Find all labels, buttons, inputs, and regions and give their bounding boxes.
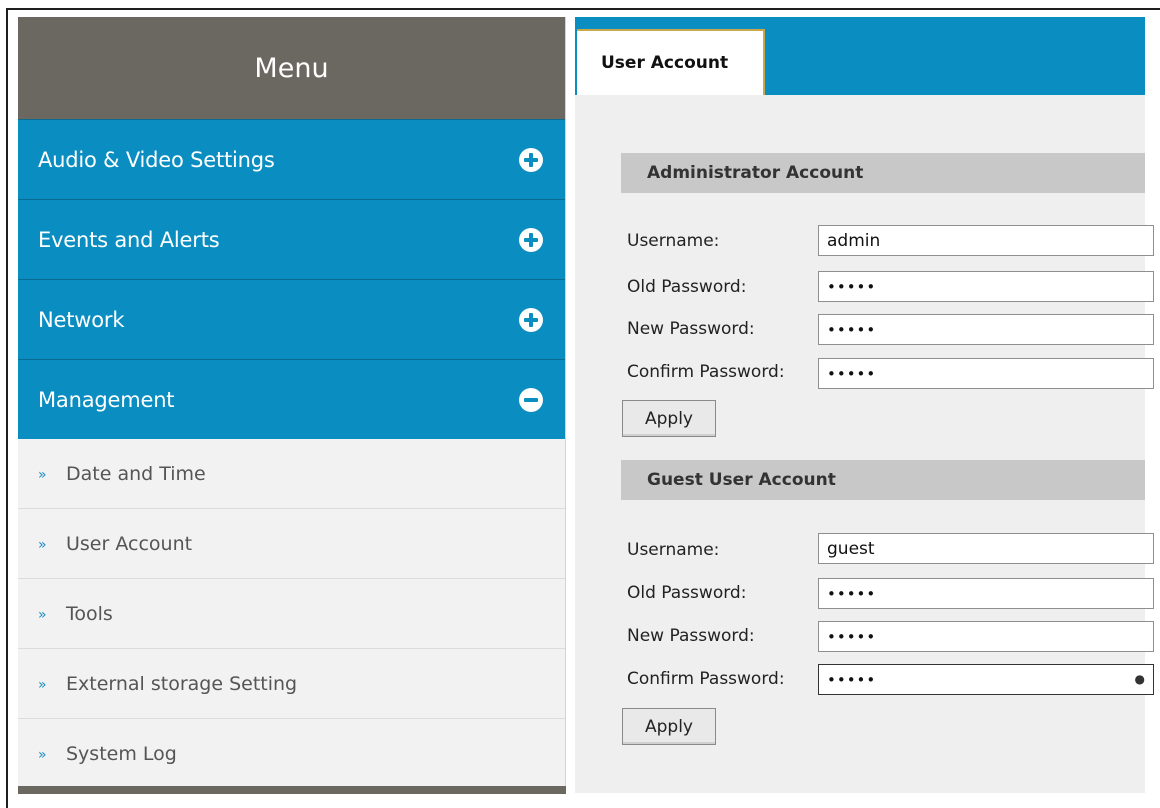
plus-circle-icon[interactable] [519, 227, 543, 252]
chevron-right-icon: » [38, 746, 47, 763]
admin-old-password-input[interactable]: ••••• [818, 271, 1154, 302]
guest-confirm-password-value: ••••• [827, 670, 877, 689]
admin-old-password-label: Old Password: [627, 277, 747, 297]
sidebar-item-tools[interactable]: » Tools [18, 579, 565, 649]
sidebar-item-system-log[interactable]: » System Log [18, 719, 565, 789]
tab-user-account[interactable]: User Account [577, 29, 765, 95]
admin-confirm-password-value: ••••• [827, 364, 877, 383]
section-header-guest: Guest User Account [621, 460, 1145, 500]
guest-confirm-password-input[interactable]: ••••• ● [818, 664, 1154, 695]
eye-icon[interactable]: ● [1135, 672, 1145, 686]
menu-group-label: Events and Alerts [38, 227, 220, 252]
plus-circle-icon[interactable] [519, 307, 543, 332]
content-panel: User Account Administrator Account Usern… [575, 17, 1154, 793]
menu-group-network[interactable]: Network [18, 279, 565, 359]
minus-circle-icon[interactable] [519, 387, 543, 412]
menu-group-label: Management [38, 387, 175, 412]
admin-username-value: admin [827, 230, 881, 251]
sidebar-item-user-account[interactable]: » User Account [18, 509, 565, 579]
sidebar-item-date-and-time[interactable]: » Date and Time [18, 439, 565, 509]
sidebar-item-label: External storage Setting [66, 672, 298, 695]
guest-old-password-value: ••••• [827, 584, 877, 603]
menu-group-events-alerts[interactable]: Events and Alerts [18, 199, 565, 279]
sidebar-bottom-bar [18, 786, 566, 794]
admin-new-password-label: New Password: [627, 319, 755, 339]
menu-group-label: Audio & Video Settings [38, 147, 275, 172]
guest-confirm-password-label: Confirm Password: [627, 669, 785, 689]
guest-new-password-value: ••••• [827, 627, 877, 646]
menu-group-audio-video[interactable]: Audio & Video Settings [18, 119, 565, 199]
menu-group-label: Network [38, 307, 125, 332]
chevron-right-icon: » [38, 606, 47, 623]
guest-username-value: guest [827, 538, 875, 559]
plus-circle-icon[interactable] [519, 147, 543, 172]
guest-username-input[interactable]: guest [818, 533, 1154, 564]
sidebar: Menu Audio & Video Settings Events and A… [18, 17, 566, 793]
guest-old-password-input[interactable]: ••••• [818, 578, 1154, 609]
admin-apply-button[interactable]: Apply [622, 400, 716, 437]
chevron-right-icon: » [38, 466, 47, 483]
admin-username-label: Username: [627, 231, 720, 251]
admin-new-password-input[interactable]: ••••• [818, 314, 1154, 345]
sidebar-item-external-storage[interactable]: » External storage Setting [18, 649, 565, 719]
menu-group-management[interactable]: Management [18, 359, 565, 439]
admin-confirm-password-input[interactable]: ••••• [818, 358, 1154, 389]
admin-old-password-value: ••••• [827, 277, 877, 296]
sidebar-item-label: Tools [66, 602, 113, 625]
admin-username-input[interactable]: admin [818, 225, 1154, 256]
guest-apply-button[interactable]: Apply [622, 708, 716, 745]
guest-old-password-label: Old Password: [627, 583, 747, 603]
guest-new-password-input[interactable]: ••••• [818, 621, 1154, 652]
sidebar-item-label: Date and Time [66, 462, 206, 485]
chevron-right-icon: » [38, 536, 47, 553]
guest-username-label: Username: [627, 540, 720, 560]
sidebar-item-label: System Log [66, 742, 177, 765]
menu-title: Menu [18, 17, 565, 119]
guest-new-password-label: New Password: [627, 626, 755, 646]
section-header-administrator: Administrator Account [621, 153, 1145, 193]
admin-new-password-value: ••••• [827, 320, 877, 339]
admin-confirm-password-label: Confirm Password: [627, 362, 785, 382]
chevron-right-icon: » [38, 676, 47, 693]
sidebar-item-label: User Account [66, 532, 193, 555]
tab-bar: User Account [575, 17, 1145, 95]
